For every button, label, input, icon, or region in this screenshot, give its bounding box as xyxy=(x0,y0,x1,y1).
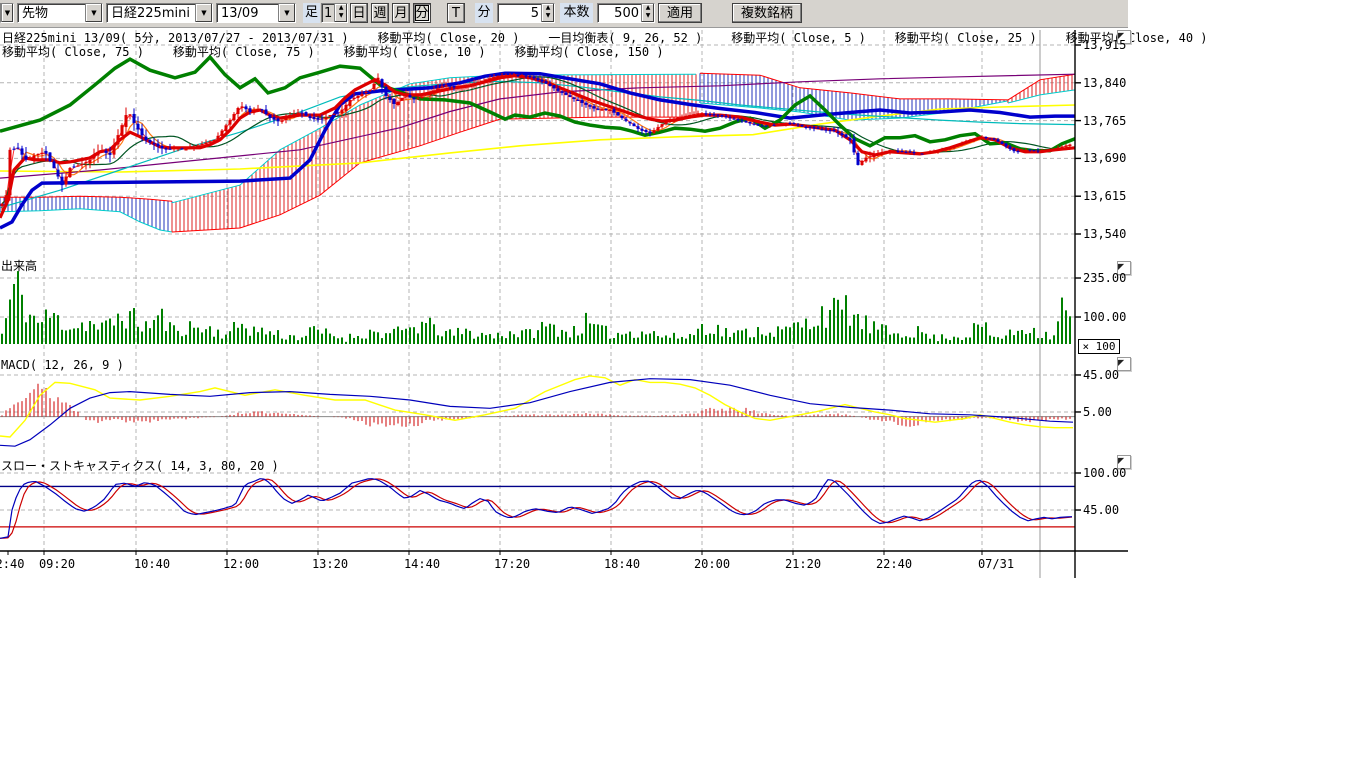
y-axis-label: 235.00 xyxy=(1083,271,1143,285)
y-axis-label: 13,915 xyxy=(1083,38,1143,52)
y-axis-label: 100.00 xyxy=(1083,466,1143,480)
stoch-panel-title: スロー・ストキャスティクス( 14, 3, 80, 20 ) xyxy=(1,457,279,474)
volume-multiplier-badge: × 100 xyxy=(1078,339,1120,354)
macd-panel-title: MACD( 12, 26, 9 ) xyxy=(1,358,124,372)
x-axis-label: 2:40 xyxy=(0,557,33,571)
chart-canvas[interactable] xyxy=(0,0,1366,700)
x-axis-label: 21:20 xyxy=(780,557,826,571)
y-axis-label: 45.00 xyxy=(1083,503,1143,517)
x-axis-label: 22:40 xyxy=(871,557,917,571)
x-axis-label: 17:20 xyxy=(489,557,535,571)
volume-panel-title: 出来高 xyxy=(1,257,37,274)
x-axis-label: 10:40 xyxy=(129,557,175,571)
x-axis-label: 13:20 xyxy=(307,557,353,571)
y-axis-label: 100.00 xyxy=(1083,310,1143,324)
y-axis-label: 13,540 xyxy=(1083,227,1143,241)
y-axis-label: 13,765 xyxy=(1083,114,1143,128)
x-axis-label: 20:00 xyxy=(689,557,735,571)
app-window: ▼ 先物 ▼ 日経225mini ▼ 13/09 ▼ 足 1 ▲▼ 日 週 月 … xyxy=(0,0,1366,768)
y-axis-label: 5.00 xyxy=(1083,405,1143,419)
x-axis-label: 18:40 xyxy=(599,557,645,571)
y-axis-label: 13,615 xyxy=(1083,189,1143,203)
x-axis-label: 07/31 xyxy=(973,557,1019,571)
y-axis-label: 45.00 xyxy=(1083,368,1143,382)
y-axis-label: 13,840 xyxy=(1083,76,1143,90)
x-axis-label: 09:20 xyxy=(34,557,80,571)
chart-legend-line2: 移動平均( Close, 75 ) 移動平均( Close, 75 ) 移動平均… xyxy=(2,43,664,60)
x-axis-label: 12:00 xyxy=(218,557,264,571)
y-axis-label: 13,690 xyxy=(1083,151,1143,165)
x-axis-label: 14:40 xyxy=(399,557,445,571)
